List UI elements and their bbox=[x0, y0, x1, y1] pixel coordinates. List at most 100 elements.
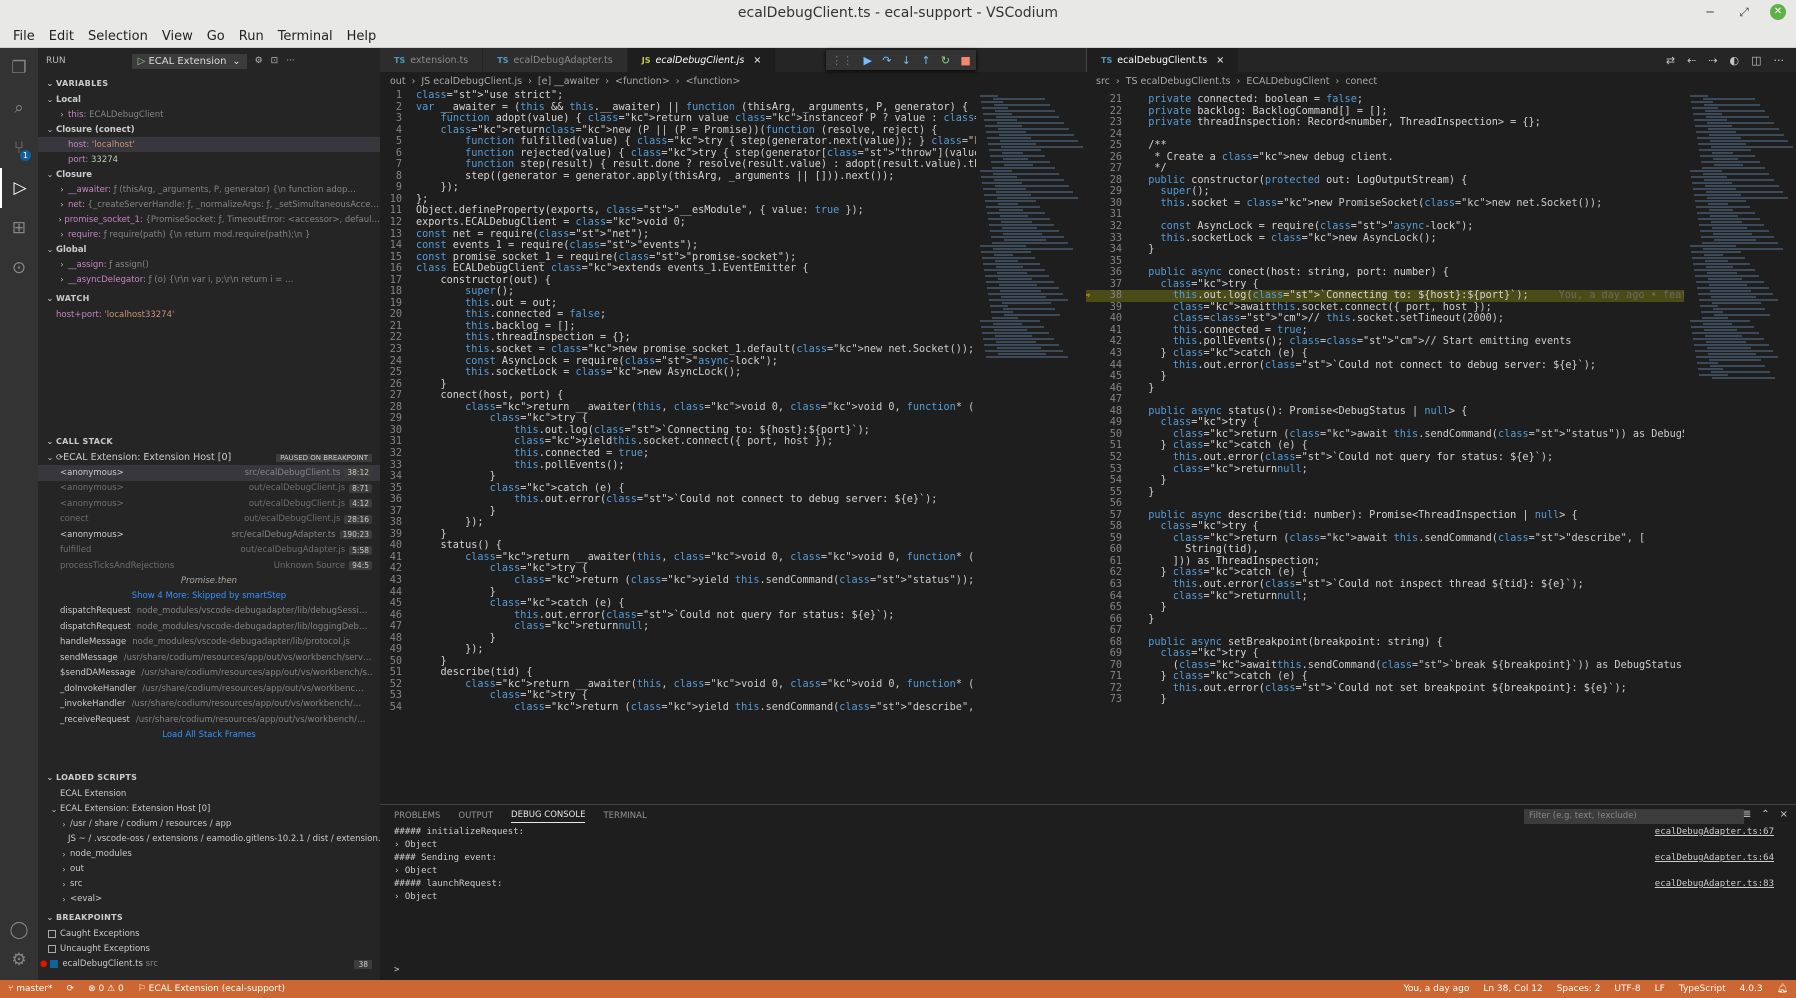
sync-icon[interactable]: ⟳ bbox=[67, 984, 75, 994]
console-line[interactable]: › Object bbox=[380, 866, 1796, 879]
panel-tab-debug-console[interactable]: DEBUG CONSOLE bbox=[511, 810, 586, 823]
source-link[interactable]: ecalDebugAdapter.ts:83 bbox=[1655, 879, 1774, 889]
breakpoints-header[interactable]: ⌄ BREAKPOINTS bbox=[38, 909, 380, 927]
notifications-icon[interactable]: 🔔︎ bbox=[1777, 984, 1788, 994]
menu-view[interactable]: View bbox=[155, 29, 200, 44]
stack-frame[interactable]: $sendDAMessage/usr/share/codium/resource… bbox=[38, 666, 380, 682]
loaded-script-item[interactable]: › node_modules bbox=[38, 847, 380, 862]
tab-ecaldebugclient-js[interactable]: JS ecalDebugClient.js × bbox=[627, 48, 777, 72]
cursor-position[interactable]: Ln 38, Col 12 bbox=[1483, 984, 1542, 994]
eol[interactable]: LF bbox=[1655, 984, 1665, 994]
stop-icon[interactable]: ■ bbox=[960, 54, 970, 67]
loaded-script-item[interactable]: › src bbox=[38, 877, 380, 892]
go-forward-icon[interactable]: ⇢ bbox=[1708, 54, 1717, 67]
scope-closure[interactable]: ⌄ Closure bbox=[38, 167, 380, 182]
settings-gear-icon[interactable]: ⚙ bbox=[0, 940, 38, 980]
uncaught-exceptions[interactable]: Uncaught Exceptions bbox=[38, 942, 380, 957]
problems-status[interactable]: ⊗ 0 ⚠ 0 bbox=[88, 984, 124, 994]
menu-selection[interactable]: Selection bbox=[81, 29, 155, 44]
language-mode[interactable]: TypeScript bbox=[1679, 984, 1726, 994]
variable-awaiter[interactable]: › __awaiter: ƒ (thisArg, _arguments, P, g… bbox=[38, 182, 380, 197]
callstack-section-header[interactable]: ⌄ CALL STACK bbox=[38, 432, 380, 450]
source-link[interactable]: ecalDebugAdapter.ts:67 bbox=[1655, 827, 1774, 837]
more-actions-icon[interactable]: ··· bbox=[286, 56, 295, 66]
console-line[interactable]: › Object bbox=[380, 840, 1796, 853]
stack-frame[interactable]: dispatchRequest node_modules/vscode-debug… bbox=[38, 604, 380, 620]
stack-frame[interactable]: <anonymous> out/ecalDebugClient.js 8:71 bbox=[38, 481, 380, 497]
left-code-editor[interactable]: 1 class="st">"use strict"; 2 var __awaiter … bbox=[380, 90, 976, 802]
stack-frame[interactable]: handleMessage node_modules/vscode-debugad… bbox=[38, 635, 380, 651]
loaded-scripts-header[interactable]: ⌄ LOADED SCRIPTS bbox=[38, 769, 380, 787]
menu-terminal[interactable]: Terminal bbox=[271, 29, 340, 44]
menu-file[interactable]: File bbox=[6, 29, 42, 44]
stack-frame[interactable]: <anonymous> src/ecalDebugAdapter.ts 190:23 bbox=[38, 527, 380, 543]
loaded-script-item[interactable]: JS ~ / .vscode-oss / extensions / eamodi… bbox=[38, 832, 380, 847]
stack-frame[interactable]: processTicksAndRejections Unknown Source 9… bbox=[38, 558, 380, 574]
tab-ecaldebugclient-ts[interactable]: TS ecalDebugClient.ts × bbox=[1087, 48, 1240, 72]
split-editor-icon[interactable]: ◫ bbox=[1751, 54, 1761, 67]
search-icon[interactable]: ⌕ bbox=[0, 88, 38, 128]
maximize-icon[interactable]: ⤢ bbox=[1736, 4, 1752, 20]
debug-status[interactable]: ⚐ ECAL Extension (ecal-support) bbox=[138, 984, 285, 994]
tab-extension-ts[interactable]: TS extension.ts bbox=[380, 48, 484, 72]
loaded-script-item[interactable]: › <eval> bbox=[38, 892, 380, 907]
close-window-icon[interactable]: ✕ bbox=[1770, 4, 1786, 20]
open-changes-icon[interactable]: ⇄ bbox=[1666, 54, 1675, 67]
watch-expression[interactable]: host+port: 'localhost33274' bbox=[38, 307, 380, 322]
go-back-icon[interactable]: ⇠ bbox=[1687, 54, 1696, 67]
continue-icon[interactable]: ▶ bbox=[863, 54, 871, 67]
variable-async-delegator[interactable]: › __asyncDelegator: ƒ (o) {\r\n var i, p;… bbox=[38, 272, 380, 287]
panel-tab-problems[interactable]: PROBLEMS bbox=[394, 811, 440, 821]
panel-tab-output[interactable]: OUTPUT bbox=[458, 811, 493, 821]
loaded-script-item[interactable]: ECAL Extension bbox=[38, 787, 380, 802]
clear-console-icon[interactable]: ≣ bbox=[1743, 809, 1751, 820]
variable-promise-socket[interactable]: › promise_socket_1: {PromiseSocket: ƒ, Ti… bbox=[38, 212, 380, 227]
blame-status[interactable]: You, a day ago bbox=[1404, 984, 1470, 994]
stack-frame[interactable]: <anonymous> src/ecalDebugClient.ts 38:12 bbox=[38, 465, 380, 481]
variable-net[interactable]: › net: {_createServerHandle: ƒ, _normaliz… bbox=[38, 197, 380, 212]
branch-status[interactable]: ⑂ master* bbox=[8, 984, 53, 994]
source-link[interactable]: ecalDebugAdapter.ts:64 bbox=[1655, 853, 1774, 863]
minimize-icon[interactable]: ─ bbox=[1702, 4, 1718, 20]
gear-icon[interactable]: ⚙ bbox=[255, 56, 263, 66]
variable-assign[interactable]: › __assign: ƒ assign() bbox=[38, 257, 380, 272]
encoding[interactable]: UTF-8 bbox=[1614, 984, 1640, 994]
indentation[interactable]: Spaces: 2 bbox=[1557, 984, 1601, 994]
more-actions-icon[interactable]: ··· bbox=[1774, 54, 1785, 67]
breadcrumb-item[interactable]: out bbox=[390, 76, 406, 87]
right-minimap[interactable] bbox=[1686, 90, 1793, 470]
menu-run[interactable]: Run bbox=[232, 29, 271, 44]
toggle-blame-icon[interactable]: ◐ bbox=[1729, 54, 1739, 67]
scope-closure-connect[interactable]: ⌄ Closure (conect) bbox=[38, 122, 380, 137]
breakpoint-item[interactable]: ● ecalDebugClient.ts src 38 bbox=[38, 957, 380, 972]
breadcrumb-item[interactable]: JS ecalDebugClient.js bbox=[421, 76, 522, 87]
stack-frame[interactable]: _invokeHandler/usr/share/codium/resource… bbox=[38, 697, 380, 713]
breadcrumb-item[interactable]: conect bbox=[1345, 76, 1377, 87]
panel-tab-terminal[interactable]: TERMINAL bbox=[603, 811, 646, 821]
variable-this[interactable]: › this: ECALDebugClient bbox=[38, 107, 380, 122]
scope-global[interactable]: ⌄ Global bbox=[38, 242, 380, 257]
breadcrumb-item[interactable]: ECALDebugClient bbox=[1246, 76, 1329, 87]
checkbox[interactable] bbox=[48, 945, 56, 953]
stack-frame[interactable]: dispatchRequest node_modules/vscode-debug… bbox=[38, 619, 380, 635]
callstack-thread[interactable]: ⌄ ⟳ ECAL Extension: Extension Host [0] PAU… bbox=[38, 450, 380, 465]
console-line[interactable]: › Object bbox=[380, 892, 1796, 905]
drag-handle-icon[interactable]: ⋮⋮ bbox=[831, 54, 853, 67]
checkbox[interactable] bbox=[48, 930, 56, 938]
tab-ecaldebugadapter-ts[interactable]: TS ecalDebugAdapter.ts bbox=[483, 48, 628, 72]
menu-go[interactable]: Go bbox=[200, 29, 232, 44]
step-over-icon[interactable]: ↷ bbox=[882, 54, 891, 67]
breadcrumb-item[interactable]: TS ecalDebugClient.ts bbox=[1126, 76, 1231, 87]
stack-frame[interactable]: _receiveRequest/usr/share/codium/resourc… bbox=[38, 712, 380, 728]
stack-frame[interactable]: conect out/ecalDebugClient.js 28:16 bbox=[38, 512, 380, 528]
menu-help[interactable]: Help bbox=[340, 29, 384, 44]
variable-port[interactable]: port: 33274 bbox=[38, 152, 380, 167]
extensions-icon[interactable]: ⊞ bbox=[0, 208, 38, 248]
launch-config-select[interactable]: ▷ ECAL Extension ⌄ bbox=[131, 53, 247, 69]
checkbox-checked[interactable] bbox=[50, 960, 59, 968]
stack-frame[interactable]: <anonymous> out/ecalDebugClient.js 4:12 bbox=[38, 496, 380, 512]
ts-version[interactable]: 4.0.3 bbox=[1740, 984, 1763, 994]
step-into-icon[interactable]: ↓ bbox=[902, 54, 911, 67]
loaded-script-item[interactable]: ›/usr / share / codium / resources / app bbox=[38, 817, 380, 832]
close-panel-icon[interactable]: × bbox=[1780, 809, 1788, 820]
